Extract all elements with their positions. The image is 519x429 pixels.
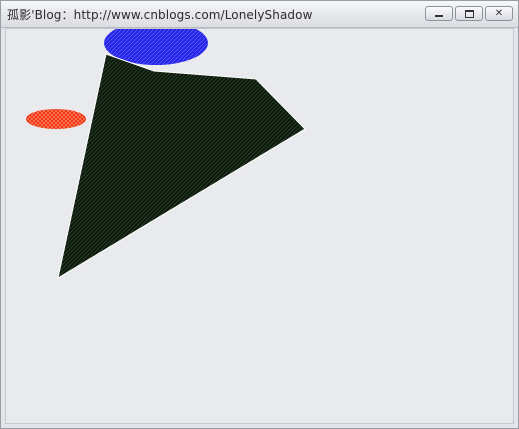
- minimize-icon: [435, 15, 443, 17]
- maximize-icon: [464, 9, 474, 18]
- red-ellipse: [26, 109, 86, 129]
- dark-polygon: [57, 53, 306, 280]
- close-button[interactable]: ✕: [485, 6, 513, 21]
- window-title: 孤影'Blog：http://www.cnblogs.com/LonelySha…: [7, 8, 313, 22]
- shapes-canvas: [26, 29, 306, 280]
- title-bar[interactable]: 孤影'Blog：http://www.cnblogs.com/LonelySha…: [1, 1, 518, 28]
- app-window: 孤影'Blog：http://www.cnblogs.com/LonelySha…: [0, 0, 519, 429]
- minimize-button[interactable]: [425, 6, 453, 21]
- maximize-button[interactable]: [455, 6, 483, 21]
- close-icon: ✕: [494, 8, 504, 19]
- drawing-canvas: [5, 28, 514, 424]
